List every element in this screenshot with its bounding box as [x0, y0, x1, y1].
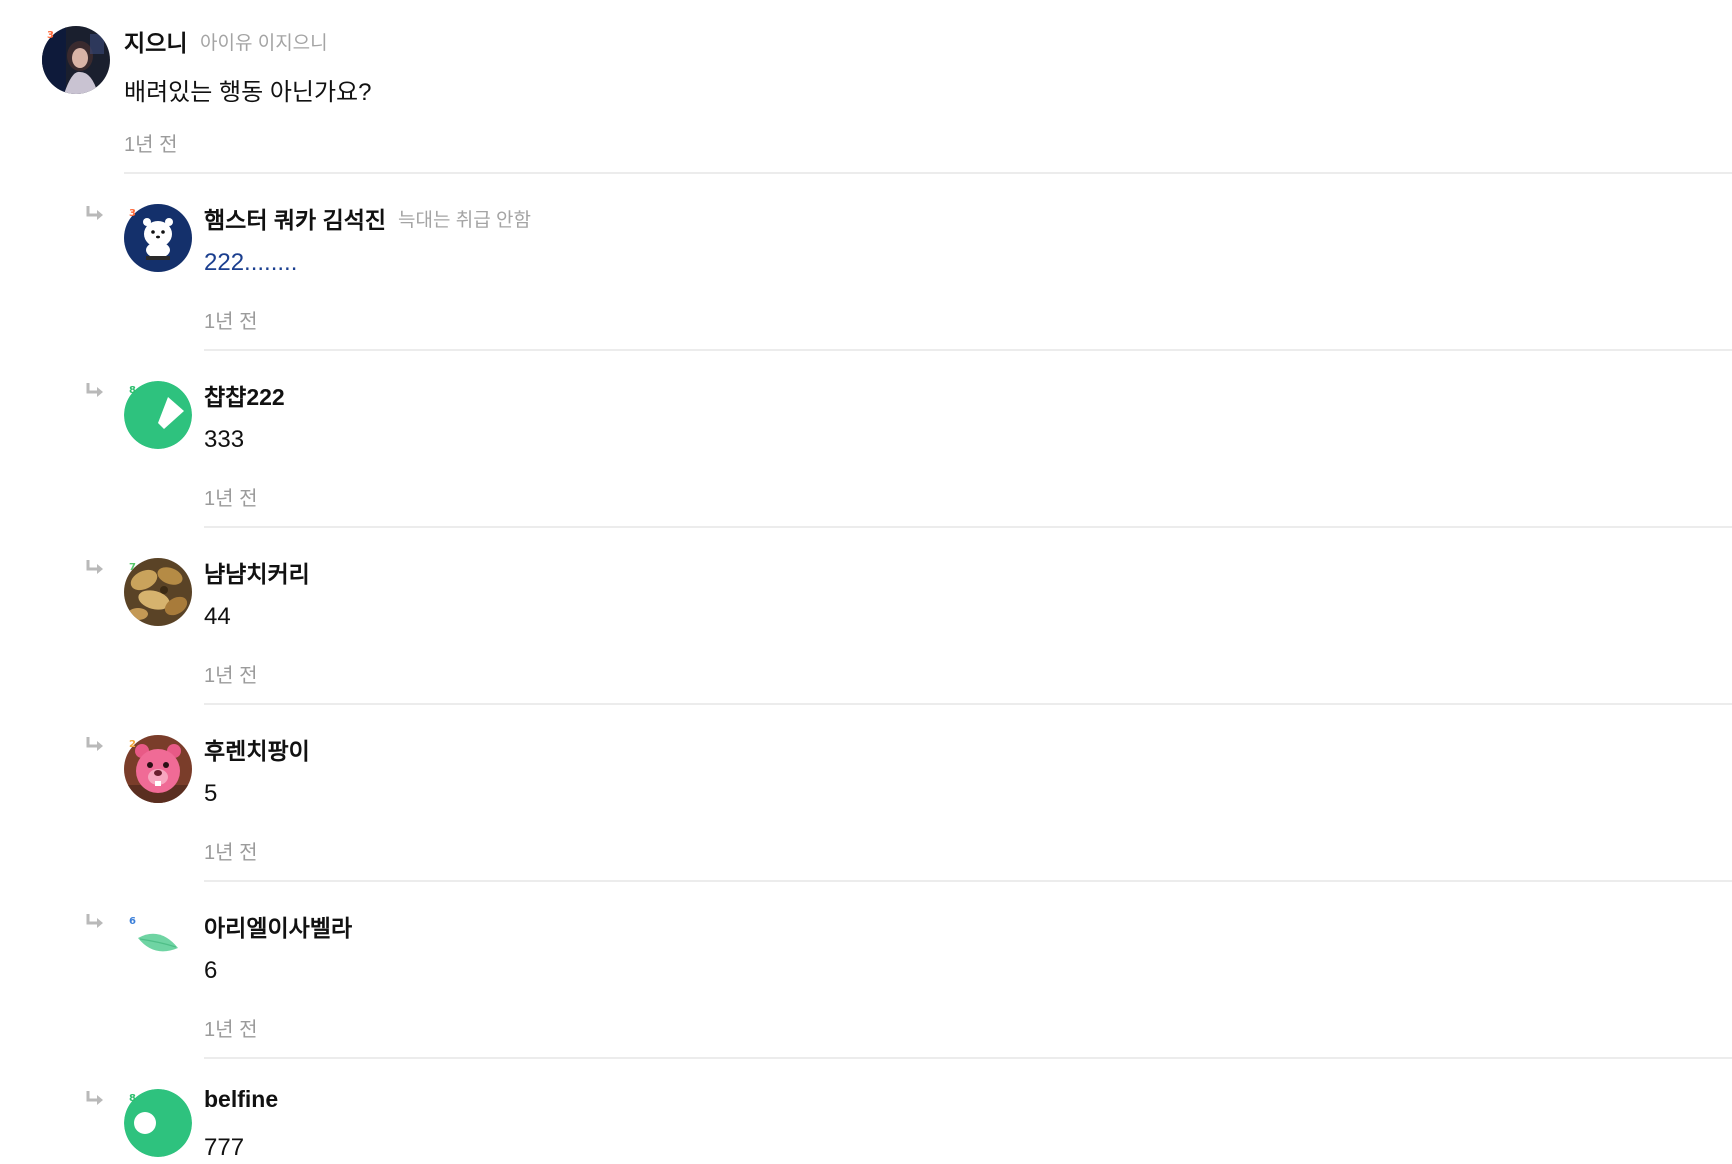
level-badge: 2: [129, 739, 136, 750]
comment-divider: [204, 703, 1732, 705]
comment-text: 222........: [204, 249, 298, 276]
author-nickname[interactable]: belfine: [204, 1086, 278, 1113]
comment-time: 1년 전: [204, 311, 258, 333]
author-subname: 늑대는 취급 안함: [398, 210, 531, 231]
author-nickname[interactable]: 후렌치팡이: [204, 732, 310, 766]
author-subname: 아이유 이지으니: [200, 33, 328, 54]
author-nickname[interactable]: 햄스터 쿼카 김석진: [204, 201, 386, 235]
comment-text: 6: [204, 957, 218, 984]
comment-time: 1년 전: [204, 1019, 258, 1041]
level-badge: 8: [129, 385, 136, 396]
comment-divider: [124, 172, 1732, 174]
comment-text: 333: [204, 426, 245, 453]
comment-time: 1년 전: [124, 134, 178, 156]
level-badge: 3: [47, 30, 54, 41]
comment-thread: 3 지으니 아이유 이지으니 배려있는 행동 아닌가요? 1년 전 3 햄스터 …: [0, 0, 1732, 1164]
level-badge: 7: [129, 562, 136, 573]
level-badge: 3: [129, 208, 136, 219]
comment-text: 5: [204, 780, 218, 807]
author-nickname[interactable]: 아리엘이사벨라: [204, 909, 352, 943]
level-badge: 6: [129, 916, 136, 927]
comment-time: 1년 전: [204, 665, 258, 687]
comment-text: 44: [204, 603, 231, 630]
author-nickname[interactable]: 지으니: [124, 24, 187, 58]
reply-arrow-icon: [86, 737, 103, 751]
reply-arrow-icon: [86, 206, 103, 220]
author-nickname[interactable]: 챱챱222: [204, 378, 285, 412]
comment-text: 777: [204, 1134, 245, 1161]
comment-divider: [204, 349, 1732, 351]
comment-divider: [204, 1057, 1732, 1059]
reply-arrow-icon: [86, 383, 103, 397]
reply-arrow-icon: [86, 560, 103, 574]
level-badge: 8: [129, 1093, 136, 1104]
author-nickname[interactable]: 냠냠치커리: [204, 555, 310, 589]
comment-divider: [204, 880, 1732, 882]
comment-time: 1년 전: [204, 842, 258, 864]
reply-arrow-icon: [86, 914, 103, 928]
comment-time: 1년 전: [204, 488, 258, 510]
comment-divider: [204, 526, 1732, 528]
reply-arrow-icon: [86, 1091, 103, 1105]
comment-text: 배려있는 행동 아닌가요?: [124, 79, 372, 106]
